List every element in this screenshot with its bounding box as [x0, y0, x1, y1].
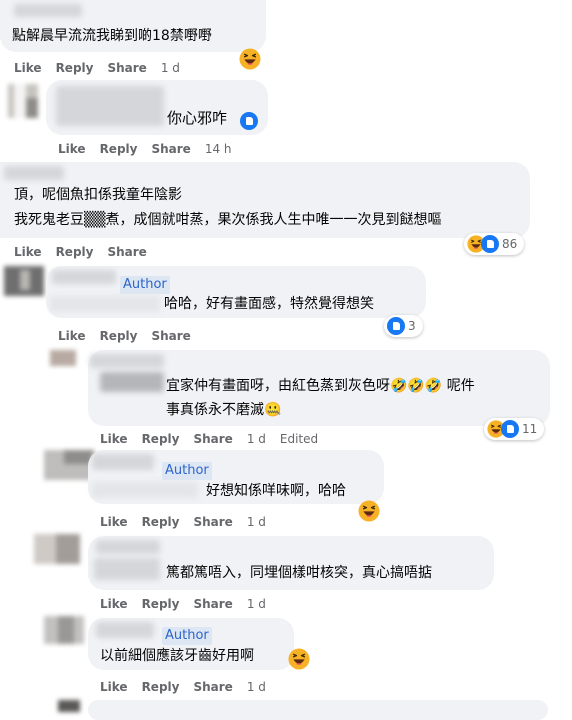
share-button[interactable]: Share — [107, 245, 146, 259]
reply-button[interactable]: Reply — [100, 142, 138, 156]
comment-timestamp: 1 d — [246, 515, 266, 529]
comment-timestamp: 1 d — [246, 597, 266, 611]
commenter-name-redacted — [96, 540, 160, 554]
edited-label: Edited — [279, 432, 319, 446]
comment-timestamp: 1 d — [246, 680, 266, 694]
share-button[interactable]: Share — [193, 515, 232, 529]
reply-mention-redacted — [92, 482, 198, 498]
comment-actions: Like Reply Share — [58, 328, 205, 344]
comment-timestamp: 1 d — [246, 432, 266, 446]
reply-mention-redacted — [94, 558, 160, 580]
reaction-count: 3 — [408, 319, 416, 333]
comment-text: 篤都篤唔入，同埋個樣咁核突，真心搞唔掂 — [166, 565, 432, 581]
commenter-name-redacted — [90, 354, 164, 368]
commenter-name-redacted — [4, 166, 64, 180]
comment-text: 事真係永不磨滅🤐 — [166, 402, 282, 418]
like-button[interactable]: Like — [14, 245, 42, 259]
comment-text: 頂，呢個魚扣係我童年陰影 — [14, 187, 182, 203]
comment-actions: Like Reply Share 14 h — [58, 141, 246, 157]
avatar — [44, 616, 84, 644]
avatar — [44, 450, 94, 480]
comment-actions: Like Reply Share 1 d Edited — [100, 431, 332, 447]
comment-text: 哈哈，好有畫面感，特然覺得想笑 — [164, 296, 374, 312]
like-reaction-icon — [240, 112, 258, 130]
like-button[interactable]: Like — [58, 329, 86, 343]
comment-text: 你心邪咋 — [167, 109, 228, 127]
avatar — [8, 84, 38, 118]
comment-actions: Like Reply Share 1 d — [100, 514, 280, 530]
haha-emoji-icon — [239, 48, 261, 70]
like-reaction-icon — [387, 317, 405, 335]
reply-button[interactable]: Reply — [142, 680, 180, 694]
reply-button[interactable]: Reply — [142, 432, 180, 446]
like-reaction-icon — [501, 420, 519, 438]
avatar — [34, 534, 80, 564]
like-reaction-icon — [481, 235, 499, 253]
comment-actions: Like Reply Share 1 d — [100, 679, 280, 695]
comment-text: 我死鬼老豆▒▒煮，成個就咁蒸，果次係我人生中唯一一次見到餸想嘔 — [14, 212, 442, 228]
haha-emoji-icon — [358, 500, 380, 522]
commenter-name-redacted — [14, 4, 82, 17]
reply-button[interactable]: Reply — [100, 329, 138, 343]
reaction-summary[interactable]: 3 — [384, 315, 423, 337]
share-button[interactable]: Share — [107, 61, 146, 75]
like-button[interactable]: Like — [100, 515, 128, 529]
comment-actions: Like Reply Share 1 d — [100, 596, 280, 612]
haha-emoji-icon — [288, 648, 310, 670]
comment-text: 好想知係咩味啊，哈哈 — [206, 483, 346, 499]
reply-mention-redacted — [100, 372, 164, 392]
author-badge: Author — [162, 627, 212, 645]
share-button[interactable]: Share — [193, 432, 232, 446]
comment-text: 點解晨早流流我睇到啲18禁嘢嘢 — [12, 28, 212, 44]
comment-text: 以前細個應該牙齒好用啊 — [100, 648, 254, 664]
reaction-summary[interactable]: 11 — [484, 418, 545, 440]
reply-button[interactable]: Reply — [56, 245, 94, 259]
reaction-count: 86 — [502, 237, 518, 251]
comment-bubble-partial — [88, 700, 548, 720]
reply-button[interactable]: Reply — [142, 597, 180, 611]
like-button[interactable]: Like — [100, 680, 128, 694]
reply-button[interactable]: Reply — [56, 61, 94, 75]
comment-text: 宜家仲有畫面呀，由紅色蒸到灰色呀🤣🤣🤣 呢件 — [166, 378, 475, 394]
reaction-summary[interactable]: 86 — [464, 233, 525, 255]
avatar — [58, 700, 80, 712]
comment-timestamp: 14 h — [204, 142, 232, 156]
reply-button[interactable]: Reply — [142, 515, 180, 529]
reaction-count: 11 — [522, 422, 538, 436]
like-button[interactable]: Like — [100, 432, 128, 446]
comment-actions: Like Reply Share 1 d — [14, 60, 194, 76]
share-button[interactable]: Share — [193, 597, 232, 611]
avatar — [4, 266, 44, 296]
share-button[interactable]: Share — [151, 142, 190, 156]
reply-mention-redacted — [50, 296, 160, 312]
author-badge: Author — [162, 462, 212, 480]
author-badge: Author — [120, 276, 170, 294]
commenter-name-redacted — [56, 86, 164, 126]
like-button[interactable]: Like — [100, 597, 128, 611]
like-button[interactable]: Like — [58, 142, 86, 156]
avatar — [50, 350, 76, 366]
commenter-name-redacted — [92, 454, 154, 470]
like-button[interactable]: Like — [14, 61, 42, 75]
comment-actions: Like Reply Share — [14, 244, 161, 260]
commenter-name-redacted — [96, 622, 154, 638]
share-button[interactable]: Share — [151, 329, 190, 343]
share-button[interactable]: Share — [193, 680, 232, 694]
commenter-name-redacted — [52, 270, 116, 284]
comment-timestamp: 1 d — [160, 61, 180, 75]
